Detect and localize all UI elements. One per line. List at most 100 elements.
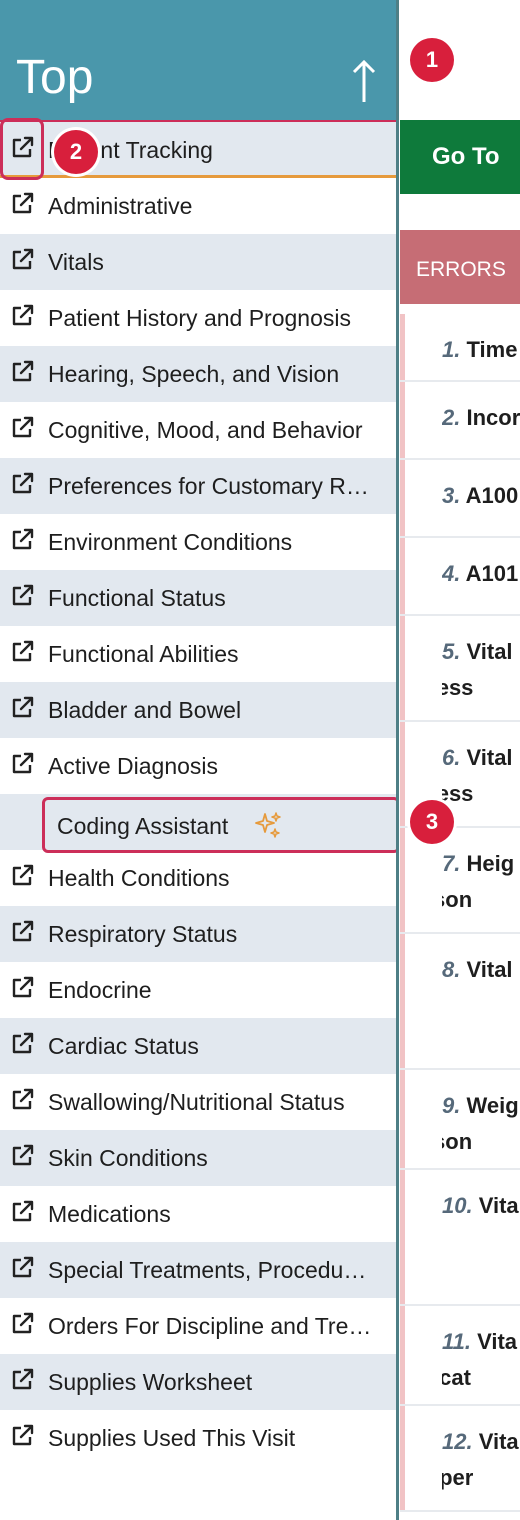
error-number: 5. <box>442 639 461 664</box>
sparkle-icon <box>255 812 281 838</box>
external-link-icon[interactable] <box>10 1423 35 1448</box>
error-text: Vita <box>478 1193 519 1218</box>
error-text-line2: temper <box>442 1465 474 1490</box>
external-link-icon[interactable] <box>10 695 35 720</box>
sidebar-item-label: Active Diagnosis <box>48 753 219 779</box>
sidebar-item-administrative[interactable]: Administrative <box>0 178 396 234</box>
external-link-icon[interactable] <box>10 919 35 944</box>
error-number: 7. <box>442 851 461 876</box>
error-item[interactable]: 4. A101 <box>400 538 520 616</box>
error-number: 4. <box>442 561 461 586</box>
error-item[interactable]: 9. Weig reason <box>400 1070 520 1170</box>
sidebar-item-label: Endocrine <box>48 977 152 1003</box>
sidebar-item-label: Bladder and Bowel <box>48 697 242 723</box>
external-link-icon[interactable] <box>10 191 35 216</box>
error-item[interactable]: 8. Vital <box>400 934 520 1070</box>
sidebar-item-orders[interactable]: Orders For Discipline and Tre… <box>0 1298 396 1354</box>
sidebar-item-active-diagnosis[interactable]: Active Diagnosis <box>0 738 396 794</box>
error-item[interactable]: 5. Vital assess <box>400 616 520 722</box>
error-item[interactable]: 10. Vita <box>400 1170 520 1306</box>
callout-badge-1: 1 <box>410 38 454 82</box>
error-number: 2. <box>442 405 461 430</box>
sidebar-item-swallowing[interactable]: Swallowing/Nutritional Status <box>0 1074 396 1130</box>
go-to-button[interactable]: Go To <box>400 120 520 194</box>
error-item[interactable]: 3. A100 <box>400 460 520 538</box>
sidebar-item-label: Medications <box>48 1201 171 1227</box>
sidebar-item-functional-abilities[interactable]: Functional Abilities <box>0 626 396 682</box>
error-item[interactable]: 7. Heig reason <box>400 828 520 934</box>
error-number: 11. <box>442 1329 471 1354</box>
sidebar-item-bladder-bowel[interactable]: Bladder and Bowel <box>0 682 396 738</box>
arrow-up-icon[interactable] <box>350 58 378 106</box>
external-link-icon[interactable] <box>10 527 35 552</box>
sidebar-item-label: Swallowing/Nutritional Status <box>48 1089 345 1115</box>
sidebar-item-label: Respiratory Status <box>48 921 238 947</box>
error-number: 6. <box>442 745 461 770</box>
sidebar-item-hearing[interactable]: Hearing, Speech, and Vision <box>0 346 396 402</box>
external-link-icon[interactable] <box>10 863 35 888</box>
highlight-box-external-link <box>0 118 44 180</box>
top-title: Top <box>16 51 94 104</box>
external-link-icon[interactable] <box>10 1199 35 1224</box>
external-link-icon[interactable] <box>10 415 35 440</box>
callout-badge-2: 2 <box>54 130 98 174</box>
error-item[interactable]: 11. Vitaindicat <box>400 1306 520 1406</box>
error-text: Vital <box>466 957 513 982</box>
sidebar-item-cardiac[interactable]: Cardiac Status <box>0 1018 396 1074</box>
sidebar-item-supplies-worksheet[interactable]: Supplies Worksheet <box>0 1354 396 1410</box>
external-link-icon[interactable] <box>10 359 35 384</box>
error-number: 1. <box>442 337 461 362</box>
error-text-line2: reason <box>442 887 473 912</box>
sidebar-item-label: Vitals <box>48 249 104 275</box>
sidebar-item-special-treatments[interactable]: Special Treatments, Procedu… <box>0 1242 396 1298</box>
sidebar-item-health-conditions[interactable]: Health Conditions <box>0 850 396 906</box>
sidebar-item-functional-status[interactable]: Functional Status <box>0 570 396 626</box>
sidebar-item-label: Supplies Worksheet <box>48 1369 253 1395</box>
error-item[interactable]: 1. Time <box>400 314 520 382</box>
sidebar-item-environment[interactable]: Environment Conditions <box>0 514 396 570</box>
error-item[interactable]: 12. Vitatemper <box>400 1406 520 1512</box>
error-number: 10. <box>442 1193 473 1218</box>
sidebar-item-label: Functional Status <box>48 585 226 611</box>
sidebar-item-label: Cardiac Status <box>48 1033 199 1059</box>
sidebar-item-skin[interactable]: Skin Conditions <box>0 1130 396 1186</box>
sidebar-item-coding-row: Coding Assistant <box>0 794 396 853</box>
sidebar-item-label: Patient Tracking <box>48 137 213 163</box>
external-link-icon[interactable] <box>10 1311 35 1336</box>
external-link-icon[interactable] <box>10 1031 35 1056</box>
error-text: Vita <box>477 1329 518 1354</box>
sidebar-item-label: Functional Abilities <box>48 641 239 667</box>
coding-assistant-button[interactable]: Coding Assistant <box>42 797 396 853</box>
external-link-icon[interactable] <box>10 751 35 776</box>
external-link-icon[interactable] <box>10 471 35 496</box>
sidebar-item-patient-history[interactable]: Patient History and Prognosis <box>0 290 396 346</box>
external-link-icon[interactable] <box>10 975 35 1000</box>
external-link-icon[interactable] <box>10 1087 35 1112</box>
external-link-icon[interactable] <box>10 1143 35 1168</box>
sidebar-item-medications[interactable]: Medications <box>0 1186 396 1242</box>
sidebar-item-label: Cognitive, Mood, and Behavior <box>48 417 363 443</box>
external-link-icon[interactable] <box>10 583 35 608</box>
sidebar-item-vitals[interactable]: Vitals <box>0 234 396 290</box>
sidebar-item-label: Health Conditions <box>48 865 230 891</box>
external-link-icon[interactable] <box>10 639 35 664</box>
sidebar-item-cognitive[interactable]: Cognitive, Mood, and Behavior <box>0 402 396 458</box>
external-link-icon[interactable] <box>10 1255 35 1280</box>
sidebar-item-preferences[interactable]: Preferences for Customary R… <box>0 458 396 514</box>
top-header[interactable]: Top <box>0 0 396 123</box>
error-number: 3. <box>442 483 461 508</box>
errors-header[interactable]: ERRORS <box>400 230 520 304</box>
sidebar-item-endocrine[interactable]: Endocrine <box>0 962 396 1018</box>
error-text: Vita <box>478 1429 519 1454</box>
error-text-line2: assess <box>442 781 474 806</box>
error-text: Incor <box>466 405 520 430</box>
error-item[interactable]: 2. Incor <box>400 382 520 460</box>
sidebar-item-respiratory[interactable]: Respiratory Status <box>0 906 396 962</box>
external-link-icon[interactable] <box>10 1367 35 1392</box>
error-number: 9. <box>442 1093 461 1118</box>
sidebar-item-supplies-used[interactable]: Supplies Used This Visit <box>0 1410 396 1466</box>
sidebar-item-label: Environment Conditions <box>48 529 293 555</box>
external-link-icon[interactable] <box>10 247 35 272</box>
external-link-icon[interactable] <box>10 303 35 328</box>
error-text: Weig <box>466 1093 519 1118</box>
